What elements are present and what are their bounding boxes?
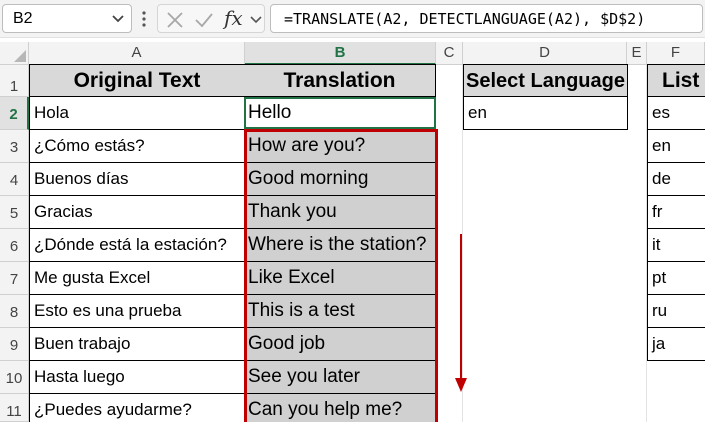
language-list-cell[interactable]: ru bbox=[647, 295, 705, 328]
chevron-down-icon[interactable] bbox=[250, 15, 262, 24]
row-header-6[interactable]: 6 bbox=[0, 229, 29, 262]
formula-input[interactable]: =TRANSLATE(A2, DETECTLANGUAGE(A2), $D$2) bbox=[270, 4, 703, 33]
original-text-cell[interactable]: Hasta luego bbox=[29, 361, 245, 394]
more-options-icon[interactable] bbox=[142, 9, 146, 29]
name-box[interactable]: B2 bbox=[2, 4, 132, 33]
original-text-cell[interactable]: ¿Cómo estás? bbox=[29, 130, 245, 163]
chevron-down-icon[interactable] bbox=[111, 14, 125, 24]
row-header-9[interactable]: 9 bbox=[0, 328, 29, 361]
language-list-cell[interactable]: en bbox=[647, 130, 705, 163]
row-header-11[interactable]: 11 bbox=[0, 394, 29, 422]
checkmark-icon[interactable] bbox=[194, 11, 214, 29]
insert-function-button[interactable]: fx bbox=[224, 6, 243, 30]
active-cell-outline bbox=[244, 97, 436, 129]
column-header-d[interactable]: D bbox=[463, 42, 627, 65]
row-header-7[interactable]: 7 bbox=[0, 262, 29, 295]
row-header-8[interactable]: 8 bbox=[0, 295, 29, 328]
column-header-b[interactable]: B bbox=[245, 42, 436, 65]
header-list[interactable]: List bbox=[647, 64, 705, 97]
language-list-cell[interactable]: de bbox=[647, 163, 705, 196]
row-header-5[interactable]: 5 bbox=[0, 196, 29, 229]
formula-controls: fx bbox=[157, 4, 265, 33]
fill-range-highlight bbox=[244, 129, 438, 422]
original-text-cell[interactable]: ¿Dónde está la estación? bbox=[29, 229, 245, 262]
row-header-10[interactable]: 10 bbox=[0, 361, 29, 394]
original-text-cell[interactable]: Buenos días bbox=[29, 163, 245, 196]
cancel-icon[interactable] bbox=[166, 11, 184, 29]
formula-text: =TRANSLATE(A2, DETECTLANGUAGE(A2), $D$2) bbox=[284, 10, 646, 28]
column-header-f[interactable]: F bbox=[647, 42, 705, 65]
original-text-cell[interactable]: Esto es una prueba bbox=[29, 295, 245, 328]
row-header-3[interactable]: 3 bbox=[0, 130, 29, 163]
header-translation[interactable]: Translation bbox=[244, 64, 436, 97]
language-list-cell[interactable]: fr bbox=[647, 196, 705, 229]
row-header-4[interactable]: 4 bbox=[0, 163, 29, 196]
language-list-cell[interactable]: it bbox=[647, 229, 705, 262]
select-all-corner[interactable] bbox=[0, 42, 29, 65]
arrow-down-icon bbox=[455, 234, 467, 392]
language-list-cell[interactable]: ja bbox=[647, 328, 705, 361]
name-box-value: B2 bbox=[13, 10, 33, 27]
formula-bar: B2 fx =TRANSLATE(A2, DETECTLANGUAGE(A2),… bbox=[0, 0, 705, 38]
original-text-cell[interactable]: Hola bbox=[29, 97, 245, 130]
column-header-a[interactable]: A bbox=[29, 42, 245, 65]
header-select-language[interactable]: Select Language bbox=[463, 64, 628, 97]
original-text-cell[interactable]: Buen trabajo bbox=[29, 328, 245, 361]
language-list-cell[interactable]: pt bbox=[647, 262, 705, 295]
select-language-cell[interactable]: en bbox=[463, 97, 628, 130]
original-text-cell[interactable]: ¿Puedes ayudarme? bbox=[29, 394, 245, 422]
language-list-cell[interactable]: es bbox=[647, 97, 705, 130]
original-text-cell[interactable]: Gracias bbox=[29, 196, 245, 229]
header-original-text[interactable]: Original Text bbox=[29, 64, 245, 97]
row-header-2[interactable]: 2 bbox=[0, 97, 29, 130]
column-header-c[interactable]: C bbox=[436, 42, 463, 65]
original-text-cell[interactable]: Me gusta Excel bbox=[29, 262, 245, 295]
row-header-1[interactable]: 1 bbox=[0, 65, 29, 97]
column-header-e[interactable]: E bbox=[627, 42, 647, 65]
